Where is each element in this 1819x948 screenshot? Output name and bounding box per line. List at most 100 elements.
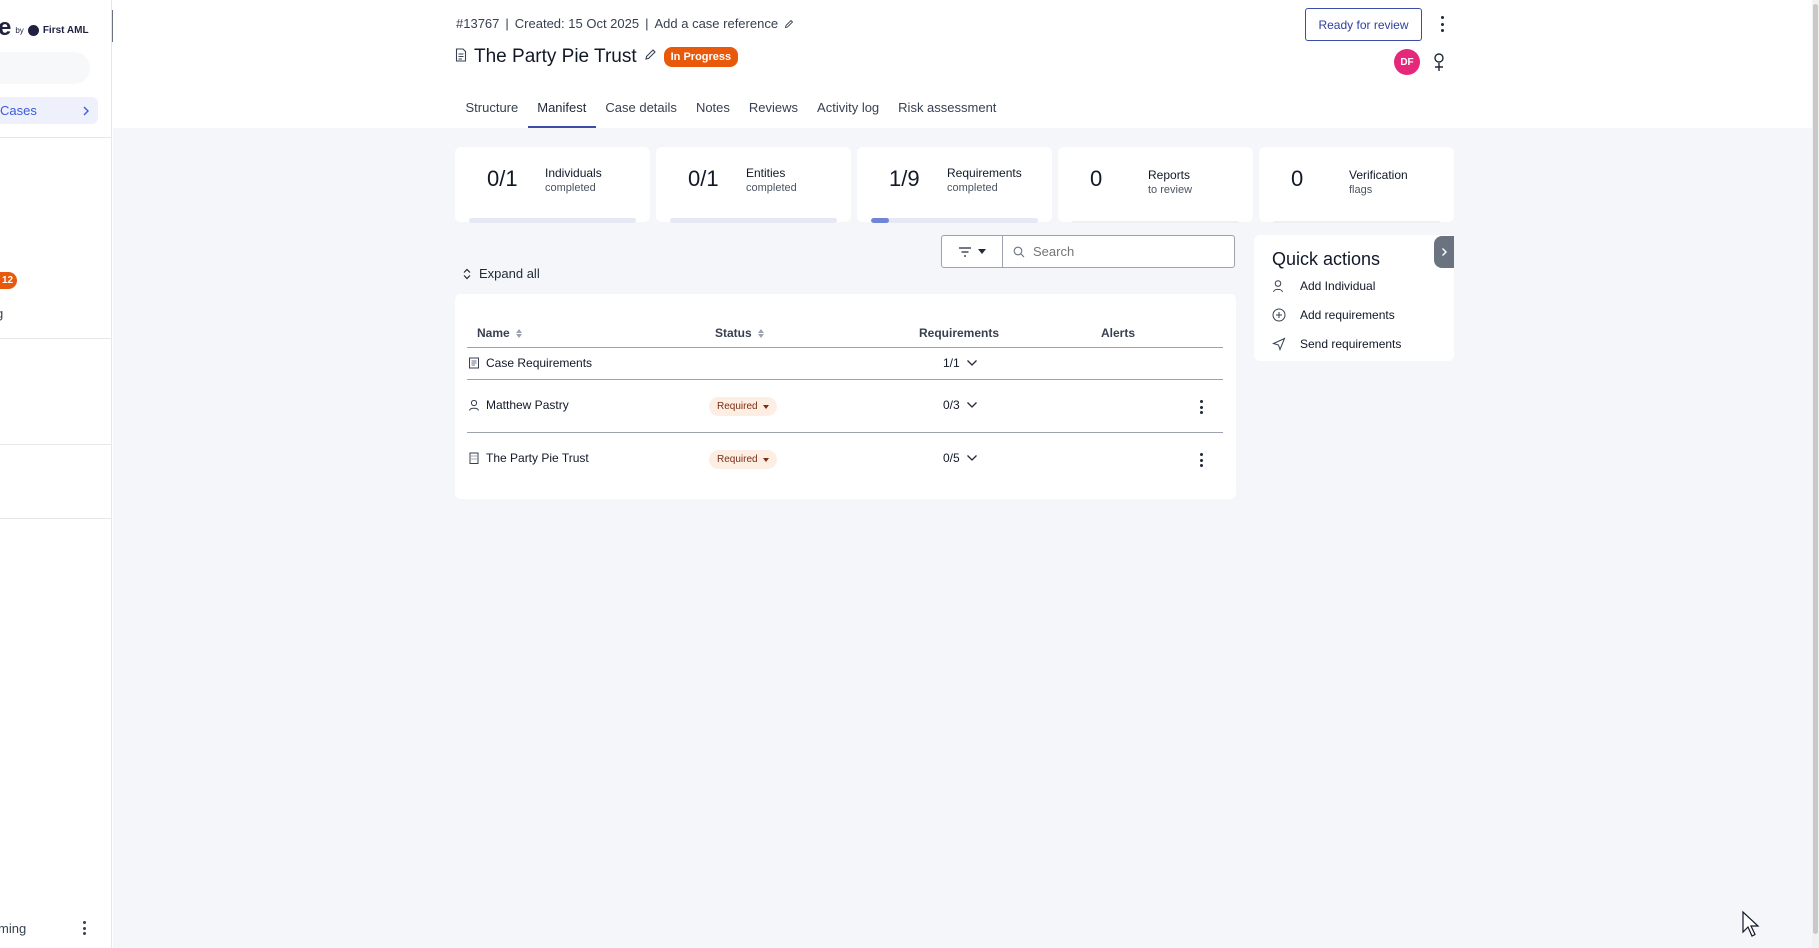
sidebar-user-name[interactable]: ming — [0, 921, 26, 936]
expand-all-button[interactable]: Expand all — [461, 266, 540, 281]
more-options-kebab-icon[interactable] — [1436, 14, 1448, 34]
tab-notes[interactable]: Notes — [686, 100, 739, 128]
case-title-row: The Party Pie Trust In Progress — [455, 46, 739, 68]
table-row-name[interactable]: Matthew Pastry — [468, 398, 569, 412]
column-header-name[interactable]: Name — [477, 326, 522, 340]
expand-all-label: Expand all — [479, 266, 540, 281]
sort-icon — [757, 328, 764, 338]
column-header-status[interactable]: Status — [715, 326, 764, 340]
chevron-right-icon — [83, 106, 89, 115]
first-aml-mark-icon — [27, 24, 39, 36]
add-requirements-action[interactable]: Add requirements — [1272, 308, 1395, 322]
quick-action-label: Send requirements — [1300, 337, 1402, 351]
app-logo[interactable]: e by First AML — [0, 14, 89, 42]
sidebar-item-cases[interactable]: Cases — [0, 97, 98, 124]
send-icon — [1272, 337, 1286, 351]
tab-structure[interactable]: Structure — [456, 100, 528, 128]
stat-label: Requirements completed — [947, 166, 1022, 196]
filter-button[interactable] — [941, 235, 1003, 268]
tab-risk-assessment[interactable]: Risk assessment — [889, 100, 1006, 128]
stat-title: Individuals — [545, 166, 602, 180]
column-header-label: Status — [715, 326, 752, 340]
row-name-label: Case Requirements — [486, 356, 593, 370]
row-actions-kebab-icon[interactable] — [1195, 452, 1207, 468]
requirements-count: 0/3 — [943, 398, 960, 412]
case-header: #13767 | Created: 15 Oct 2025 | Add a ca… — [113, 0, 1819, 128]
table-row-name[interactable]: Case Requirements — [468, 356, 592, 370]
row-name-label: Matthew Pastry — [486, 398, 569, 412]
stat-value: 0/1 — [487, 166, 518, 191]
requirements-toggle[interactable]: 0/3 — [943, 398, 978, 412]
stat-card-reports: 0 Reports to review — [1058, 147, 1253, 223]
stat-subtitle: completed — [545, 182, 596, 194]
status-badge: In Progress — [663, 47, 739, 67]
stat-title: Verification — [1349, 168, 1408, 182]
pencil-icon[interactable] — [784, 19, 794, 29]
stat-label: Verification flags — [1349, 168, 1408, 198]
stat-subtitle: completed — [746, 182, 797, 194]
column-header-label: Name — [477, 326, 510, 340]
user-menu-kebab-icon[interactable] — [78, 918, 90, 938]
requirements-toggle[interactable]: 1/1 — [943, 356, 978, 370]
add-case-reference-link[interactable]: Add a case reference — [654, 16, 778, 31]
person-icon — [469, 399, 479, 411]
caret-down-icon — [978, 248, 986, 254]
sidebar-divider — [0, 338, 111, 339]
add-individual-action[interactable]: Add Individual — [1272, 279, 1375, 293]
logo-brand-text: First AML — [42, 24, 89, 36]
sidebar-search-input[interactable] — [0, 52, 90, 84]
status-label: Required — [717, 401, 758, 412]
stat-divider — [1072, 221, 1239, 223]
sidebar-divider — [0, 518, 111, 519]
filter-icon — [959, 246, 971, 257]
progress-bar — [469, 218, 636, 223]
requirements-toggle[interactable]: 0/5 — [943, 451, 978, 465]
column-header-alerts: Alerts — [1101, 326, 1136, 340]
stat-value: 0 — [1090, 166, 1103, 191]
stat-value: 0/1 — [688, 166, 719, 191]
stat-value: 0 — [1291, 166, 1304, 191]
quick-actions-title: Quick actions — [1272, 249, 1381, 269]
stat-subtitle: flags — [1349, 184, 1373, 196]
chevron-right-icon — [1442, 248, 1447, 256]
stat-label: Entities completed — [746, 166, 797, 196]
tab-reviews[interactable]: Reviews — [739, 100, 807, 128]
send-requirements-action[interactable]: Send requirements — [1272, 337, 1401, 351]
person-add-icon — [1273, 280, 1283, 293]
stat-card-entities: 0/1 Entities completed — [656, 147, 851, 223]
scrollbar-thumb[interactable] — [1813, 4, 1818, 934]
avatar[interactable]: DF — [1394, 49, 1420, 75]
case-created-date: Created: 15 Oct 2025 — [514, 16, 640, 31]
assign-user-icon[interactable] — [1430, 52, 1448, 72]
row-actions-kebab-icon[interactable] — [1195, 399, 1207, 415]
search-icon — [1013, 246, 1025, 257]
stat-card-requirements: 1/9 Requirements completed — [857, 147, 1052, 223]
quick-action-label: Add Individual — [1300, 279, 1376, 293]
quick-actions-toggle-button[interactable] — [1434, 236, 1454, 268]
status-dropdown[interactable]: Required — [709, 450, 777, 469]
requirements-count: 0/5 — [943, 451, 960, 465]
edit-title-pencil-icon[interactable] — [644, 48, 657, 66]
table-row-name[interactable]: The Party Pie Trust — [468, 451, 589, 465]
row-name-label: The Party Pie Trust — [486, 451, 589, 465]
logo-by-text: by — [15, 25, 24, 35]
search-input[interactable] — [1033, 244, 1213, 259]
sidebar-item-truncated[interactable]: g — [0, 306, 3, 321]
tab-case-details[interactable]: Case details — [596, 100, 687, 128]
status-dropdown[interactable]: Required — [709, 397, 777, 416]
notification-badge: 12 — [0, 272, 18, 289]
ready-for-review-button[interactable]: Ready for review — [1305, 8, 1422, 41]
document-icon — [455, 47, 467, 67]
mouse-cursor-icon — [1742, 910, 1760, 937]
manifest-table: Name Status Requirements Alerts Case Req… — [455, 294, 1236, 499]
page-title: The Party Pie Trust — [474, 46, 637, 67]
sidebar-divider — [0, 444, 111, 445]
caret-down-icon — [762, 404, 769, 409]
stat-subtitle: to review — [1148, 184, 1193, 196]
tab-activity-log[interactable]: Activity log — [808, 100, 889, 128]
plus-circle-icon — [1272, 308, 1286, 322]
table-row-divider — [467, 379, 1223, 380]
sidebar: e by First AML Cases 12 g ming — [0, 0, 112, 948]
search-field[interactable] — [1002, 235, 1235, 268]
tab-manifest[interactable]: Manifest — [527, 100, 597, 128]
